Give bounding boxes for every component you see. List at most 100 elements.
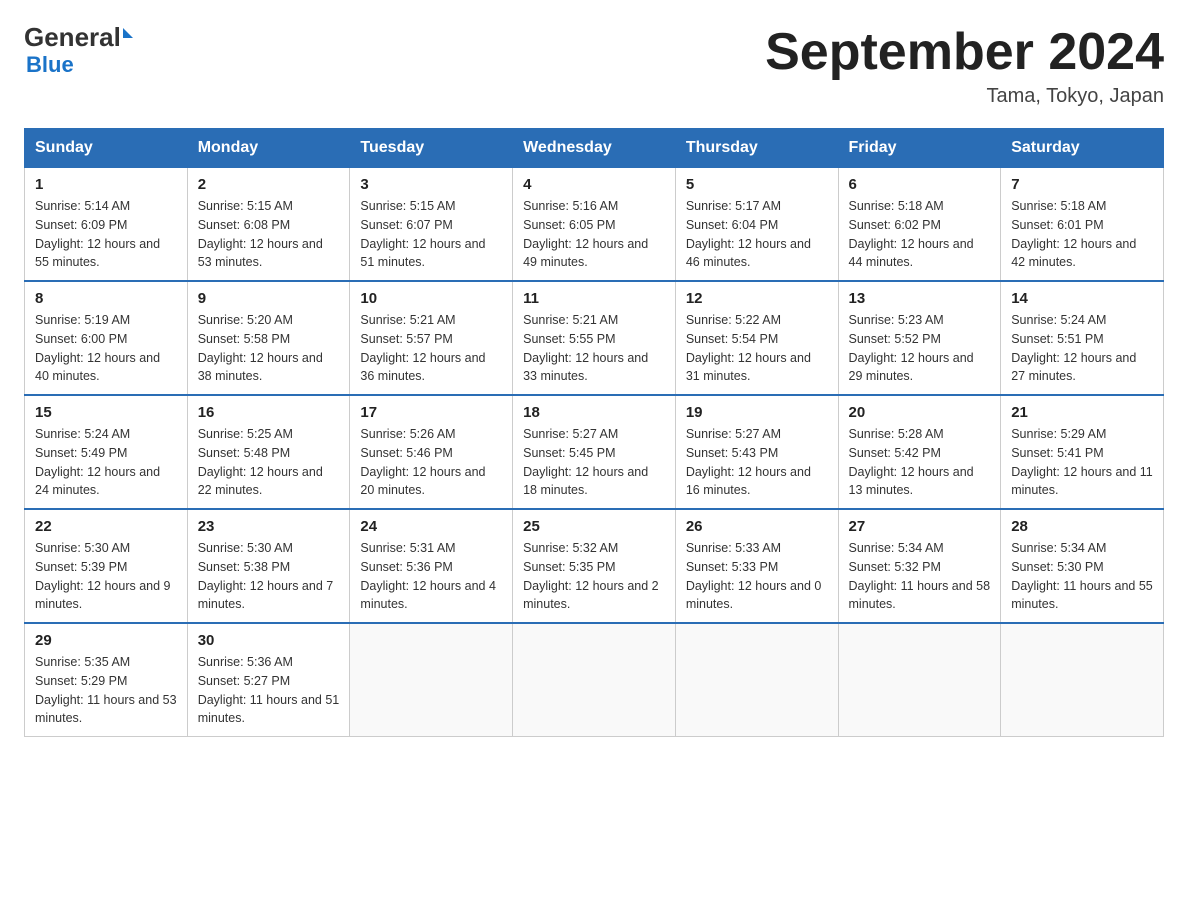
calendar-week-row: 29 Sunrise: 5:35 AMSunset: 5:29 PMDaylig… — [25, 623, 1164, 737]
day-number: 15 — [35, 404, 177, 421]
calendar-table: SundayMondayTuesdayWednesdayThursdayFrid… — [24, 128, 1164, 737]
calendar-header-monday: Monday — [187, 129, 350, 168]
day-number: 26 — [686, 518, 828, 535]
day-info: Sunrise: 5:32 AMSunset: 5:35 PMDaylight:… — [523, 539, 665, 614]
day-info: Sunrise: 5:24 AMSunset: 5:49 PMDaylight:… — [35, 425, 177, 500]
day-number: 28 — [1011, 518, 1153, 535]
day-info: Sunrise: 5:35 AMSunset: 5:29 PMDaylight:… — [35, 653, 177, 728]
day-info: Sunrise: 5:17 AMSunset: 6:04 PMDaylight:… — [686, 197, 828, 272]
day-number: 7 — [1011, 176, 1153, 193]
location-text: Tama, Tokyo, Japan — [765, 85, 1164, 108]
day-info: Sunrise: 5:28 AMSunset: 5:42 PMDaylight:… — [849, 425, 991, 500]
calendar-header-thursday: Thursday — [675, 129, 838, 168]
day-info: Sunrise: 5:30 AMSunset: 5:38 PMDaylight:… — [198, 539, 340, 614]
calendar-cell: 9 Sunrise: 5:20 AMSunset: 5:58 PMDayligh… — [187, 281, 350, 395]
day-info: Sunrise: 5:24 AMSunset: 5:51 PMDaylight:… — [1011, 311, 1153, 386]
calendar-cell: 6 Sunrise: 5:18 AMSunset: 6:02 PMDayligh… — [838, 168, 1001, 282]
day-number: 9 — [198, 290, 340, 307]
day-info: Sunrise: 5:36 AMSunset: 5:27 PMDaylight:… — [198, 653, 340, 728]
calendar-header-tuesday: Tuesday — [350, 129, 513, 168]
calendar-cell: 17 Sunrise: 5:26 AMSunset: 5:46 PMDaylig… — [350, 395, 513, 509]
day-info: Sunrise: 5:34 AMSunset: 5:32 PMDaylight:… — [849, 539, 991, 614]
calendar-cell: 18 Sunrise: 5:27 AMSunset: 5:45 PMDaylig… — [513, 395, 676, 509]
day-number: 17 — [360, 404, 502, 421]
logo: General Blue — [24, 24, 133, 78]
day-info: Sunrise: 5:21 AMSunset: 5:55 PMDaylight:… — [523, 311, 665, 386]
calendar-week-row: 1 Sunrise: 5:14 AMSunset: 6:09 PMDayligh… — [25, 168, 1164, 282]
day-info: Sunrise: 5:14 AMSunset: 6:09 PMDaylight:… — [35, 197, 177, 272]
calendar-cell: 10 Sunrise: 5:21 AMSunset: 5:57 PMDaylig… — [350, 281, 513, 395]
day-number: 29 — [35, 632, 177, 649]
logo-triangle-icon — [123, 28, 133, 38]
day-info: Sunrise: 5:22 AMSunset: 5:54 PMDaylight:… — [686, 311, 828, 386]
day-info: Sunrise: 5:29 AMSunset: 5:41 PMDaylight:… — [1011, 425, 1153, 500]
calendar-cell: 5 Sunrise: 5:17 AMSunset: 6:04 PMDayligh… — [675, 168, 838, 282]
day-info: Sunrise: 5:15 AMSunset: 6:08 PMDaylight:… — [198, 197, 340, 272]
day-number: 14 — [1011, 290, 1153, 307]
day-info: Sunrise: 5:27 AMSunset: 5:45 PMDaylight:… — [523, 425, 665, 500]
day-info: Sunrise: 5:23 AMSunset: 5:52 PMDaylight:… — [849, 311, 991, 386]
calendar-cell: 22 Sunrise: 5:30 AMSunset: 5:39 PMDaylig… — [25, 509, 188, 623]
calendar-cell: 14 Sunrise: 5:24 AMSunset: 5:51 PMDaylig… — [1001, 281, 1164, 395]
day-number: 5 — [686, 176, 828, 193]
calendar-cell: 15 Sunrise: 5:24 AMSunset: 5:49 PMDaylig… — [25, 395, 188, 509]
calendar-cell: 26 Sunrise: 5:33 AMSunset: 5:33 PMDaylig… — [675, 509, 838, 623]
day-info: Sunrise: 5:15 AMSunset: 6:07 PMDaylight:… — [360, 197, 502, 272]
calendar-cell: 27 Sunrise: 5:34 AMSunset: 5:32 PMDaylig… — [838, 509, 1001, 623]
calendar-cell: 13 Sunrise: 5:23 AMSunset: 5:52 PMDaylig… — [838, 281, 1001, 395]
day-info: Sunrise: 5:30 AMSunset: 5:39 PMDaylight:… — [35, 539, 177, 614]
calendar-cell: 25 Sunrise: 5:32 AMSunset: 5:35 PMDaylig… — [513, 509, 676, 623]
day-number: 25 — [523, 518, 665, 535]
calendar-cell: 23 Sunrise: 5:30 AMSunset: 5:38 PMDaylig… — [187, 509, 350, 623]
calendar-cell: 30 Sunrise: 5:36 AMSunset: 5:27 PMDaylig… — [187, 623, 350, 737]
title-block: September 2024 Tama, Tokyo, Japan — [765, 24, 1164, 108]
day-info: Sunrise: 5:33 AMSunset: 5:33 PMDaylight:… — [686, 539, 828, 614]
day-number: 23 — [198, 518, 340, 535]
calendar-cell: 7 Sunrise: 5:18 AMSunset: 6:01 PMDayligh… — [1001, 168, 1164, 282]
day-info: Sunrise: 5:18 AMSunset: 6:02 PMDaylight:… — [849, 197, 991, 272]
calendar-cell: 11 Sunrise: 5:21 AMSunset: 5:55 PMDaylig… — [513, 281, 676, 395]
day-number: 8 — [35, 290, 177, 307]
calendar-cell: 20 Sunrise: 5:28 AMSunset: 5:42 PMDaylig… — [838, 395, 1001, 509]
day-number: 2 — [198, 176, 340, 193]
day-info: Sunrise: 5:20 AMSunset: 5:58 PMDaylight:… — [198, 311, 340, 386]
day-number: 13 — [849, 290, 991, 307]
day-number: 10 — [360, 290, 502, 307]
logo-text-blue: Blue — [26, 52, 133, 78]
day-number: 16 — [198, 404, 340, 421]
calendar-cell: 19 Sunrise: 5:27 AMSunset: 5:43 PMDaylig… — [675, 395, 838, 509]
calendar-cell: 21 Sunrise: 5:29 AMSunset: 5:41 PMDaylig… — [1001, 395, 1164, 509]
calendar-cell: 2 Sunrise: 5:15 AMSunset: 6:08 PMDayligh… — [187, 168, 350, 282]
calendar-cell: 24 Sunrise: 5:31 AMSunset: 5:36 PMDaylig… — [350, 509, 513, 623]
day-info: Sunrise: 5:16 AMSunset: 6:05 PMDaylight:… — [523, 197, 665, 272]
day-info: Sunrise: 5:27 AMSunset: 5:43 PMDaylight:… — [686, 425, 828, 500]
calendar-week-row: 22 Sunrise: 5:30 AMSunset: 5:39 PMDaylig… — [25, 509, 1164, 623]
day-number: 18 — [523, 404, 665, 421]
day-info: Sunrise: 5:19 AMSunset: 6:00 PMDaylight:… — [35, 311, 177, 386]
calendar-cell: 1 Sunrise: 5:14 AMSunset: 6:09 PMDayligh… — [25, 168, 188, 282]
day-number: 3 — [360, 176, 502, 193]
calendar-cell: 29 Sunrise: 5:35 AMSunset: 5:29 PMDaylig… — [25, 623, 188, 737]
calendar-header-saturday: Saturday — [1001, 129, 1164, 168]
day-info: Sunrise: 5:18 AMSunset: 6:01 PMDaylight:… — [1011, 197, 1153, 272]
day-number: 11 — [523, 290, 665, 307]
calendar-header-sunday: Sunday — [25, 129, 188, 168]
calendar-header-friday: Friday — [838, 129, 1001, 168]
calendar-cell: 16 Sunrise: 5:25 AMSunset: 5:48 PMDaylig… — [187, 395, 350, 509]
day-number: 12 — [686, 290, 828, 307]
calendar-header-wednesday: Wednesday — [513, 129, 676, 168]
day-number: 20 — [849, 404, 991, 421]
day-info: Sunrise: 5:34 AMSunset: 5:30 PMDaylight:… — [1011, 539, 1153, 614]
calendar-cell — [1001, 623, 1164, 737]
calendar-cell: 28 Sunrise: 5:34 AMSunset: 5:30 PMDaylig… — [1001, 509, 1164, 623]
page-header: General Blue September 2024 Tama, Tokyo,… — [24, 24, 1164, 108]
calendar-header-row: SundayMondayTuesdayWednesdayThursdayFrid… — [25, 129, 1164, 168]
day-number: 24 — [360, 518, 502, 535]
calendar-cell — [513, 623, 676, 737]
day-number: 22 — [35, 518, 177, 535]
day-number: 4 — [523, 176, 665, 193]
day-info: Sunrise: 5:31 AMSunset: 5:36 PMDaylight:… — [360, 539, 502, 614]
calendar-cell: 8 Sunrise: 5:19 AMSunset: 6:00 PMDayligh… — [25, 281, 188, 395]
day-info: Sunrise: 5:25 AMSunset: 5:48 PMDaylight:… — [198, 425, 340, 500]
day-number: 21 — [1011, 404, 1153, 421]
